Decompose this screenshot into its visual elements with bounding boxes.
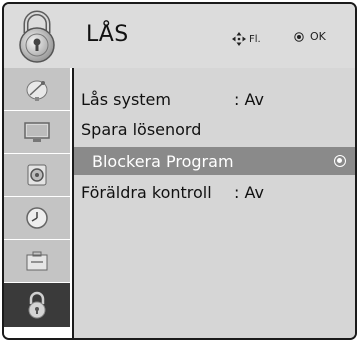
menu-item-label: Blockera Program <box>92 151 234 171</box>
lock-icon <box>28 291 46 319</box>
menu-item-block-program[interactable]: Blockera Program <box>74 147 355 175</box>
menu-item-lock-system[interactable]: Lås system : Av <box>74 85 355 113</box>
category-sidebar <box>4 68 74 338</box>
sidebar-item-lock[interactable] <box>4 283 70 328</box>
menu-header: LÅS Fl. OK <box>4 4 355 70</box>
menu-title: LÅS <box>86 22 129 47</box>
menu-item-label: Spara lösenord <box>81 119 202 139</box>
ok-hint: OK <box>294 30 326 43</box>
menu-item-label: Lås system <box>81 89 171 109</box>
ok-select-icon <box>334 155 346 167</box>
sidebar-item-option[interactable] <box>4 240 70 283</box>
menu-item-label: Föräldra kontroll <box>81 182 212 202</box>
lock-menu-window: LÅS Fl. OK Lås system: Av Spara lösenor… <box>2 2 357 340</box>
menu-item-value: : Av <box>234 89 264 109</box>
monitor-icon <box>24 122 50 142</box>
toolbox-icon <box>26 251 48 271</box>
menu-item-parental-control[interactable]: Föräldra kontroll : Av <box>74 178 355 206</box>
menu-item-value: : Av <box>234 182 264 202</box>
sidebar-item-channel[interactable] <box>4 68 70 111</box>
sidebar-item-picture[interactable] <box>4 111 70 154</box>
four-way-arrows-icon <box>232 32 246 46</box>
ok-button-icon <box>294 31 304 42</box>
speaker-icon <box>27 164 47 186</box>
navigation-hint: Fl. <box>232 32 261 46</box>
sidebar-item-audio[interactable] <box>4 154 70 197</box>
satellite-dish-icon <box>26 80 48 101</box>
ok-hint-label: OK <box>310 30 326 43</box>
lock-icon <box>19 10 55 63</box>
menu-item-set-password[interactable]: Spara lösenord <box>74 115 355 143</box>
lock-settings-list: Lås system : Av Spara lösenord Blockera … <box>74 68 355 338</box>
clock-icon <box>26 207 48 229</box>
sidebar-item-time[interactable] <box>4 197 70 240</box>
move-hint-label: Fl. <box>249 33 261 45</box>
